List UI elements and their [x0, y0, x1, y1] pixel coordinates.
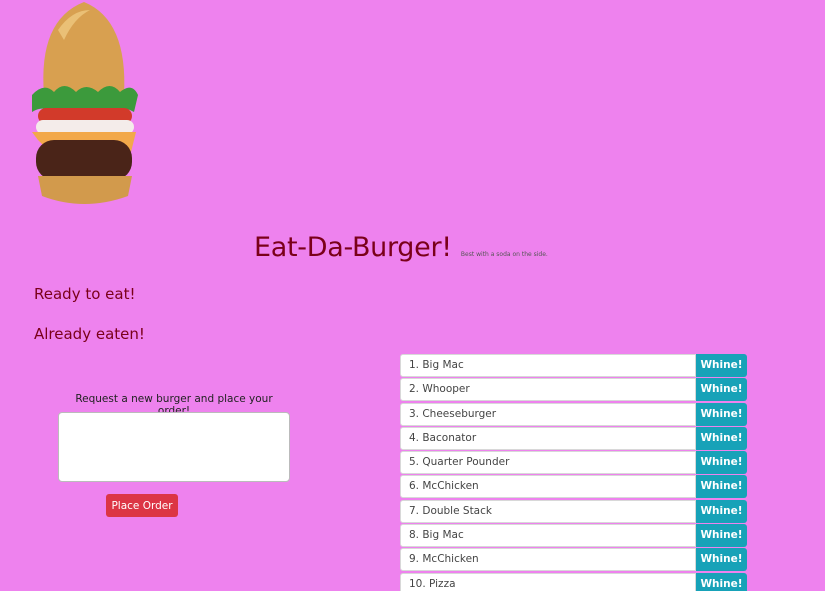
- burger-row: 5. Quarter Pounder Whine!: [400, 451, 747, 475]
- whine-button[interactable]: Whine!: [696, 378, 747, 402]
- burger-row: 7. Double Stack Whine!: [400, 499, 747, 524]
- burger-row: 9. McChicken Whine!: [400, 548, 747, 572]
- burger-item: 10. Pizza: [400, 572, 696, 591]
- burger-row: 4. Baconator Whine!: [400, 426, 747, 451]
- page-header: Eat-Da-Burger! Best with a soda on the s…: [254, 232, 548, 263]
- burger-row: 3. Cheeseburger Whine!: [400, 402, 747, 427]
- burger-name-input[interactable]: [58, 412, 290, 482]
- burger-item: 9. McChicken: [400, 548, 696, 572]
- burger-list: 1. Big Mac Whine! 2. Whooper Whine! 3. C…: [400, 354, 747, 591]
- burger-item: 1. Big Mac: [400, 354, 696, 377]
- already-eaten-heading: Already eaten!: [34, 325, 145, 343]
- whine-button[interactable]: Whine!: [696, 572, 747, 591]
- page-tagline: Best with a soda on the side.: [460, 251, 548, 258]
- burger-item: 6. McChicken: [400, 475, 696, 499]
- whine-button[interactable]: Whine!: [696, 499, 747, 523]
- whine-button[interactable]: Whine!: [696, 475, 747, 499]
- place-order-button[interactable]: Place Order: [106, 494, 178, 517]
- ready-to-eat-heading: Ready to eat!: [34, 285, 136, 303]
- burger-item: 8. Big Mac: [400, 524, 696, 548]
- burger-row: 2. Whooper Whine!: [400, 378, 747, 402]
- burger-item: 2. Whooper: [400, 378, 696, 402]
- whine-button[interactable]: Whine!: [696, 451, 747, 475]
- burger-item: 7. Double Stack: [400, 499, 696, 523]
- burger-item: 3. Cheeseburger: [400, 402, 696, 426]
- burger-item: 5. Quarter Pounder: [400, 451, 696, 475]
- burger-row: 8. Big Mac Whine!: [400, 524, 747, 548]
- whine-button[interactable]: Whine!: [696, 426, 747, 450]
- burger-row: 6. McChicken Whine!: [400, 475, 747, 499]
- whine-button[interactable]: Whine!: [696, 524, 747, 548]
- burger-row: 10. Pizza Whine!: [400, 572, 747, 591]
- burger-item: 4. Baconator: [400, 426, 696, 450]
- burger-row: 1. Big Mac Whine!: [400, 354, 747, 378]
- burger-logo: [24, 0, 144, 212]
- page-title: Eat-Da-Burger!: [254, 232, 452, 263]
- whine-button[interactable]: Whine!: [696, 548, 747, 572]
- whine-button[interactable]: Whine!: [696, 402, 747, 426]
- whine-button[interactable]: Whine!: [696, 354, 747, 377]
